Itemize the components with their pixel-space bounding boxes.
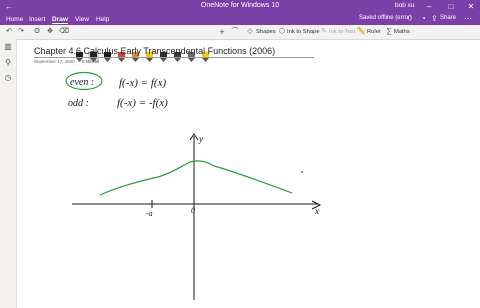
odd-label: odd : bbox=[68, 98, 89, 109]
y-axis-label: y bbox=[198, 134, 203, 144]
odd-equation: f(-x) = -f(x) bbox=[117, 97, 168, 109]
origin-label: 0 bbox=[191, 206, 195, 215]
ink-canvas[interactable]: even : f(-x) = f(x) odd : f(-x) = -f(x) … bbox=[0, 0, 480, 308]
even-function-curve bbox=[99, 160, 293, 196]
x-axis-label: x bbox=[314, 206, 319, 216]
even-equation: f(-x) = f(x) bbox=[119, 77, 166, 89]
tick-label-neg-a: -a bbox=[146, 209, 153, 218]
ink-dot bbox=[301, 171, 303, 173]
even-label: even : bbox=[70, 77, 94, 88]
